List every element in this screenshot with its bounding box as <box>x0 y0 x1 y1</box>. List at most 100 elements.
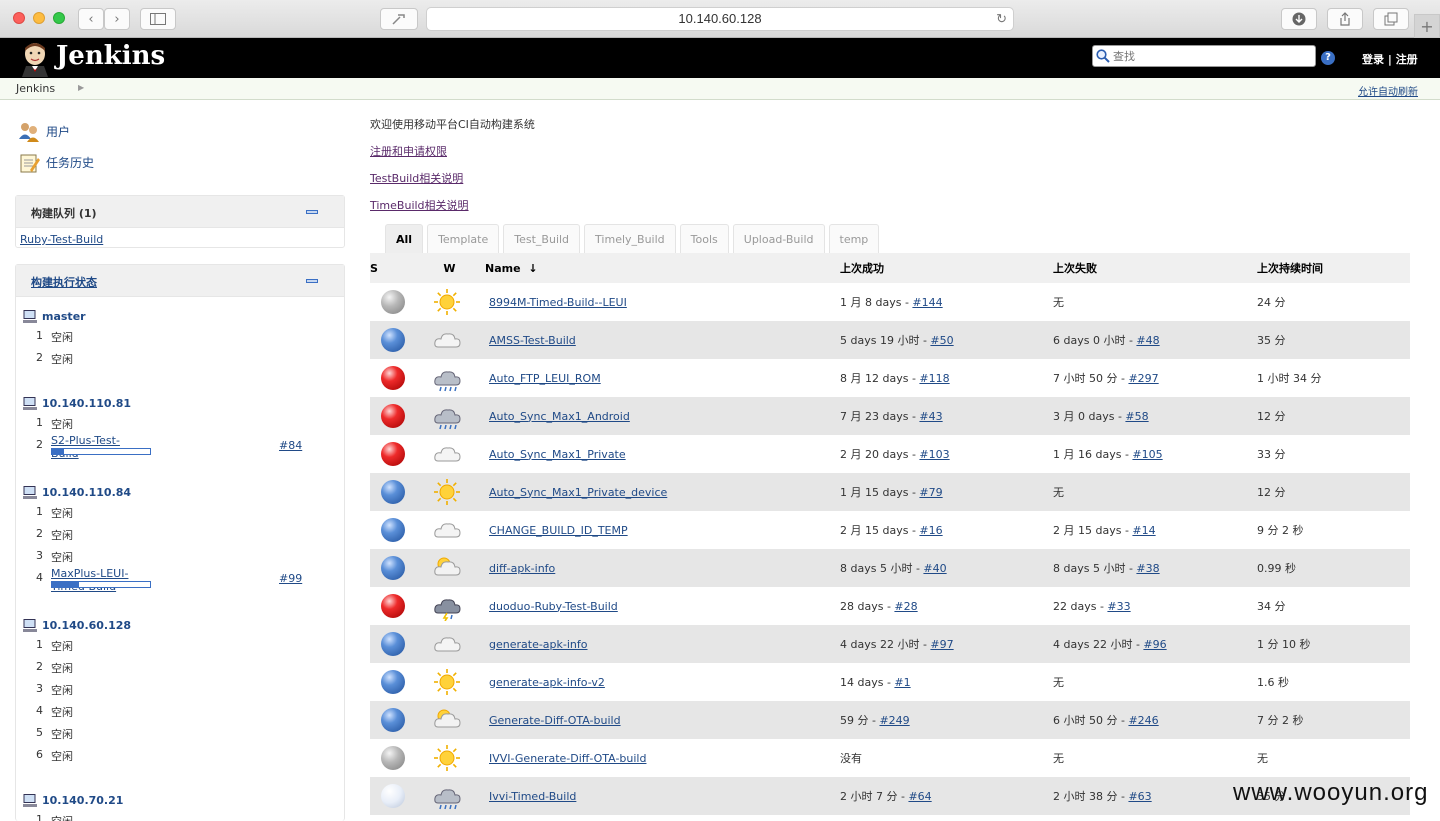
search-box[interactable] <box>1092 45 1316 67</box>
show-tabs-button[interactable] <box>1373 8 1409 30</box>
last-failure-build-link[interactable]: #105 <box>1132 448 1162 461</box>
last-success-build-link[interactable]: #144 <box>912 296 942 309</box>
last-success-build-link[interactable]: #64 <box>908 790 931 803</box>
minimize-window-button[interactable] <box>33 12 45 24</box>
sidebar-item-users[interactable]: 用户 <box>18 116 94 147</box>
job-name-link[interactable]: 8994M-Timed-Build--LEUI <box>489 296 627 309</box>
last-success-build-link[interactable]: #1 <box>894 676 910 689</box>
executor-progress-bar[interactable] <box>51 581 151 588</box>
share-menu-button[interactable] <box>380 8 418 30</box>
tab-upload-build[interactable]: Upload-Build <box>732 224 825 254</box>
last-success-cell: 14 days - #1 <box>834 663 1040 701</box>
address-bar[interactable]: 10.140.60.128 ↻ <box>426 7 1014 31</box>
forward-button[interactable]: › <box>104 8 130 30</box>
last-failure-build-link[interactable]: #14 <box>1132 524 1155 537</box>
tab-temp[interactable]: temp <box>828 224 880 254</box>
last-success-build-link[interactable]: #249 <box>879 714 909 727</box>
share-button[interactable] <box>1327 8 1363 30</box>
last-failure-build-link[interactable]: #58 <box>1125 410 1148 423</box>
jenkins-butler-logo-icon[interactable] <box>18 41 52 77</box>
job-name-link[interactable]: Auto_Sync_Max1_Private_device <box>489 486 667 499</box>
job-name-link[interactable]: diff-apk-info <box>489 562 555 575</box>
last-duration-column-header[interactable]: 上次持续时间 <box>1253 253 1410 283</box>
last-success-build-link[interactable]: #103 <box>919 448 949 461</box>
last-success-build-link[interactable]: #16 <box>919 524 942 537</box>
breadcrumb-home-link[interactable]: Jenkins <box>16 82 55 95</box>
tab-all[interactable]: All <box>385 224 424 254</box>
job-name-link[interactable]: AMSS-Test-Build <box>489 334 576 347</box>
last-failure-build-link[interactable]: #246 <box>1128 714 1158 727</box>
status-column-header[interactable]: S <box>370 253 414 283</box>
job-name-link[interactable]: duoduo-Ruby-Test-Build <box>489 600 618 613</box>
last-failure-build-link[interactable]: #96 <box>1143 638 1166 651</box>
sidebar-toggle-button[interactable] <box>140 8 176 30</box>
last-failure-build-link[interactable]: #297 <box>1128 372 1158 385</box>
job-name-link[interactable]: CHANGE_BUILD_ID_TEMP <box>489 524 628 537</box>
breadcrumb-arrow-icon[interactable]: ▶ <box>78 83 84 92</box>
job-name-link[interactable]: Auto_FTP_LEUI_ROM <box>489 372 601 385</box>
last-success-build-link[interactable]: #40 <box>923 562 946 575</box>
testbuild-info-link[interactable]: TestBuild相关说明 <box>370 170 463 186</box>
register-permission-link[interactable]: 注册和申请权限 <box>370 143 447 159</box>
last-success-build-link[interactable]: #97 <box>930 638 953 651</box>
zoom-window-button[interactable] <box>53 12 65 24</box>
plus-icon: + <box>1420 16 1434 36</box>
tab-tools[interactable]: Tools <box>679 224 729 254</box>
new-tab-button[interactable]: + <box>1414 14 1440 38</box>
executor-node-name[interactable]: 10.140.60.128 <box>42 619 131 632</box>
last-failure-build-link[interactable]: #48 <box>1136 334 1159 347</box>
help-icon[interactable]: ? <box>1321 51 1335 65</box>
last-failure-column-header[interactable]: 上次失败 <box>1040 253 1253 283</box>
job-name-link[interactable]: generate-apk-info-v2 <box>489 676 605 689</box>
executor-progress-bar[interactable] <box>51 448 151 455</box>
reload-icon[interactable]: ↻ <box>996 8 1007 30</box>
search-input[interactable] <box>1113 48 1309 65</box>
job-name-link[interactable]: Ivvi-Timed-Build <box>489 790 576 803</box>
weather-column-header[interactable]: W <box>414 253 485 283</box>
job-name-link[interactable]: Auto_Sync_Max1_Private <box>489 448 626 461</box>
executor-node-name[interactable]: 10.140.110.84 <box>42 486 131 499</box>
last-success-build-link[interactable]: #28 <box>894 600 917 613</box>
sidebar-item-label[interactable]: 任务历史 <box>46 154 94 171</box>
tab-template[interactable]: Template <box>427 224 500 254</box>
last-success-build-link[interactable]: #50 <box>930 334 953 347</box>
login-link[interactable]: 登录 <box>1362 53 1384 66</box>
executor-build-link[interactable]: #99 <box>279 572 302 585</box>
executor-status-title[interactable]: 构建执行状态 <box>31 274 97 290</box>
collapse-icon[interactable] <box>306 279 318 283</box>
sidebar-item-label[interactable]: 用户 <box>46 123 70 140</box>
register-link[interactable]: 注册 <box>1396 53 1418 66</box>
last-failure-build-link[interactable]: #63 <box>1128 790 1151 803</box>
executor-node-name[interactable]: 10.140.110.81 <box>42 397 131 410</box>
last-failure-text: 7 小时 50 分 - <box>1053 372 1129 385</box>
queue-item-link[interactable]: Ruby-Test-Build <box>20 233 103 246</box>
tab-timely-build[interactable]: Timely_Build <box>584 224 676 254</box>
executor-node-name[interactable]: master <box>42 310 86 323</box>
timebuild-info-link[interactable]: TimeBuild相关说明 <box>370 197 469 213</box>
executor-job-link[interactable]: MaxPlus-LEUI-Timed-Build <box>51 567 131 593</box>
executor-node-name[interactable]: 10.140.70.21 <box>42 794 123 807</box>
sidebar-item-task-history[interactable]: 任务历史 <box>18 147 94 178</box>
executor-job-link[interactable]: S2-Plus-Test-Build <box>51 434 131 460</box>
last-failure-build-link[interactable]: #38 <box>1136 562 1159 575</box>
collapse-icon[interactable] <box>306 210 318 214</box>
auto-refresh-link[interactable]: 允许自动刷新 <box>1358 83 1418 98</box>
last-success-build-link[interactable]: #43 <box>919 410 942 423</box>
job-name-link[interactable]: Auto_Sync_Max1_Android <box>489 410 630 423</box>
executor-state: 空闲 <box>51 353 73 366</box>
close-window-button[interactable] <box>13 12 25 24</box>
job-name-link[interactable]: Generate-Diff-OTA-build <box>489 714 621 727</box>
executor-build-link[interactable]: #84 <box>279 439 302 452</box>
last-success-build-link[interactable]: #79 <box>919 486 942 499</box>
last-success-build-link[interactable]: #118 <box>919 372 949 385</box>
job-name-link[interactable]: IVVI-Generate-Diff-OTA-build <box>489 752 646 765</box>
last-success-column-header[interactable]: 上次成功 <box>834 253 1040 283</box>
last-failure-build-link[interactable]: #33 <box>1107 600 1130 613</box>
jenkins-logo-text[interactable]: Jenkins <box>56 41 165 71</box>
tab-test-build[interactable]: Test_Build <box>503 224 581 254</box>
table-row: generate-apk-info-v2 14 days - #1 无 1.6 秒 <box>370 663 1410 701</box>
job-name-link[interactable]: generate-apk-info <box>489 638 588 651</box>
downloads-button[interactable] <box>1281 8 1317 30</box>
back-button[interactable]: ‹ <box>78 8 104 30</box>
name-column-header[interactable]: Name ↓ <box>485 253 834 283</box>
